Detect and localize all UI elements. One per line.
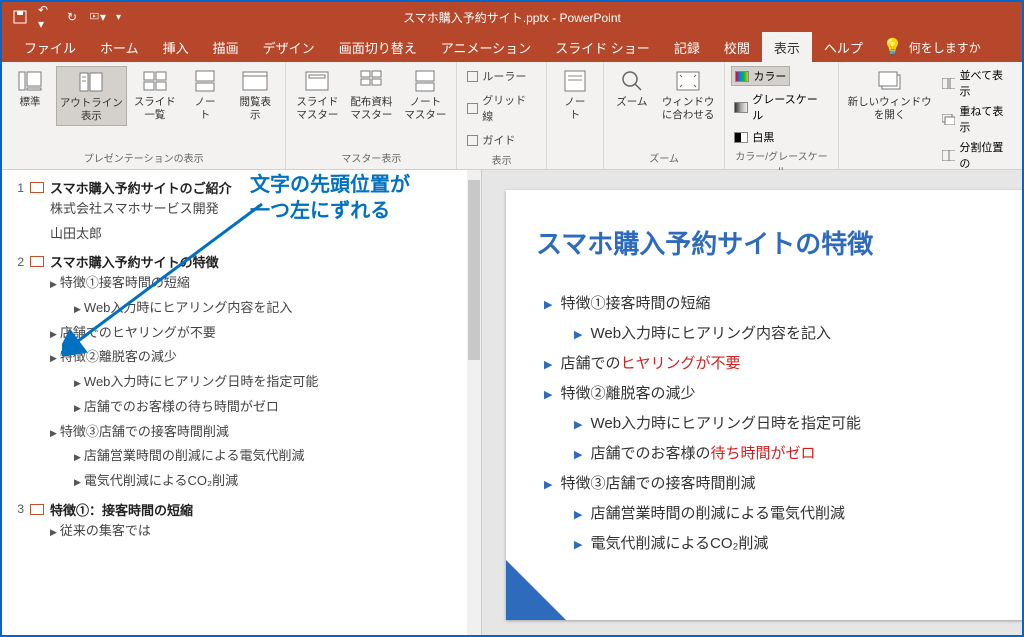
tab-file[interactable]: ファイル	[12, 32, 88, 63]
outline-bullet[interactable]: 従来の集客では	[50, 519, 477, 544]
outline-slide[interactable]: 3 特徴①：接客時間の短縮従来の集客では	[10, 500, 477, 544]
slide-bullet[interactable]: 特徴①接客時間の短縮	[536, 289, 996, 319]
color-mode-button[interactable]: カラー	[731, 66, 790, 86]
outline-slide-icon[interactable]	[30, 256, 44, 267]
view-notespage-button[interactable]: ノー ト	[183, 66, 227, 124]
ribbon-group-presentation-views: 標準 アウトライン 表示 スライド 一覧 ノー ト 閲覧表示 プレゼンテーション…	[2, 62, 286, 169]
tellme-search[interactable]: 💡 何をしますか	[883, 37, 981, 57]
outline-slide[interactable]: 1 スマホ購入予約サイトのご紹介株式会社スマホサービス開発山田太郎	[10, 178, 477, 246]
outline-slide-title[interactable]: 特徴①：接客時間の短縮	[50, 500, 193, 519]
notes-toggle-button[interactable]: ノー ト	[553, 66, 597, 124]
outline-scrollbar[interactable]	[467, 170, 481, 635]
slide-decoration-triangle	[506, 560, 566, 620]
outline-bullet[interactable]: 山田太郎	[50, 222, 477, 247]
outline-bullet[interactable]: 店舗でのヒヤリングが不要	[50, 321, 477, 346]
outline-bullet[interactable]: 店舗でのお客様の待ち時間がゼロ	[50, 395, 477, 420]
outline-bullet[interactable]: 株式会社スマホサービス開発	[50, 197, 477, 222]
slide-master-button[interactable]: スライド マスター	[292, 66, 342, 124]
view-normal-button[interactable]: 標準	[8, 66, 52, 112]
outline-bullet[interactable]: 特徴①接客時間の短縮	[50, 271, 477, 296]
outline-bullet[interactable]: 電気代削減によるCO₂削減	[50, 469, 477, 494]
tab-slideshow[interactable]: スライド ショー	[543, 32, 662, 63]
outline-bullet[interactable]: 特徴②離脱客の減少	[50, 345, 477, 370]
ribbon-group-show: ルーラー グリッド線 ガイド 表示	[457, 62, 546, 169]
save-icon[interactable]	[12, 9, 28, 25]
new-window-button[interactable]: 新しいウィンドウ を開く	[845, 66, 935, 124]
tab-draw[interactable]: 描画	[201, 32, 251, 63]
menubar: ファイル ホーム 挿入 描画 デザイン 画面切り替え アニメーション スライド …	[2, 32, 1022, 62]
outline-slide[interactable]: 2 スマホ購入予約サイトの特徴特徴①接客時間の短縮Web入力時にヒアリング内容を記…	[10, 252, 477, 493]
slide-body[interactable]: 特徴①接客時間の短縮Web入力時にヒアリング内容を記入店舗でのヒヤリングが不要特…	[536, 289, 996, 559]
bw-mode-button[interactable]: 白黒	[731, 128, 777, 146]
redo-icon[interactable]: ↻	[64, 9, 80, 25]
slideshow-start-icon[interactable]: ▾	[90, 9, 106, 25]
slide-title[interactable]: スマホ購入予約サイトの特徴	[536, 224, 996, 261]
tab-design[interactable]: デザイン	[251, 32, 327, 63]
tab-animations[interactable]: アニメーション	[429, 32, 543, 63]
slide-bullet[interactable]: 店舗でのヒヤリングが不要	[536, 349, 996, 379]
grayscale-mode-button[interactable]: グレースケール	[731, 90, 831, 124]
outline-slide-number: 3	[10, 502, 24, 516]
outline-bullet[interactable]: Web入力時にヒアリング内容を記入	[50, 296, 477, 321]
outline-slide-icon[interactable]	[30, 504, 44, 515]
slide-canvas[interactable]: スマホ購入予約サイトの特徴 特徴①接客時間の短縮Web入力時にヒアリング内容を記…	[506, 190, 1022, 620]
notes-master-button[interactable]: ノート マスター	[400, 66, 450, 124]
outline-bullet[interactable]: Web入力時にヒアリング日時を指定可能	[50, 370, 477, 395]
workspace: 文字の先頭位置が 一つ左にずれる 1スマホ購入予約サイトのご紹介株式会社スマホサ…	[2, 170, 1022, 635]
undo-icon[interactable]: ↶ ▾	[38, 9, 54, 25]
tab-home[interactable]: ホーム	[88, 32, 151, 63]
slide-bullet[interactable]: 店舗営業時間の削減による電気代削減	[536, 499, 996, 529]
outline-pane[interactable]: 文字の先頭位置が 一つ左にずれる 1スマホ購入予約サイトのご紹介株式会社スマホサ…	[2, 170, 482, 635]
qat-overflow-icon[interactable]: ▾	[116, 12, 121, 23]
tab-view[interactable]: 表示	[762, 32, 812, 63]
fit-window-button[interactable]: ウィンドウ に合わせる	[658, 66, 719, 124]
outline-slide-number: 1	[10, 181, 24, 195]
tab-review[interactable]: 校閲	[712, 32, 762, 63]
view-reading-button[interactable]: 閲覧表示	[231, 66, 279, 124]
ribbon-group-color: カラー グレースケール 白黒 カラー/グレースケール	[725, 62, 838, 169]
window-title: スマホ購入予約サイト.pptx - PowerPoint	[403, 9, 621, 26]
zoom-button[interactable]: ズーム	[610, 66, 654, 112]
outline-slide-number: 2	[10, 255, 24, 269]
ruler-checkbox[interactable]: ルーラー	[463, 66, 530, 86]
tab-transitions[interactable]: 画面切り替え	[327, 32, 429, 63]
slide-bullet[interactable]: Web入力時にヒアリング日時を指定可能	[536, 409, 996, 439]
ribbon-group-notes: ノー ト	[547, 62, 604, 169]
cascade-button[interactable]: 重ねて表示	[939, 102, 1016, 136]
slide-pane[interactable]: スマホ購入予約サイトの特徴 特徴①接客時間の短縮Web入力時にヒアリング内容を記…	[482, 170, 1022, 635]
slide-bullet[interactable]: Web入力時にヒアリング内容を記入	[536, 319, 996, 349]
gridlines-checkbox[interactable]: グリッド線	[463, 90, 539, 126]
outline-slide-icon[interactable]	[30, 182, 44, 193]
ribbon: 標準 アウトライン 表示 スライド 一覧 ノー ト 閲覧表示 プレゼンテーション…	[2, 62, 1022, 170]
slide-bullet[interactable]: 店舗でのお客様の待ち時間がゼロ	[536, 439, 996, 469]
handout-master-button[interactable]: 配布資料 マスター	[346, 66, 396, 124]
guides-checkbox[interactable]: ガイド	[463, 130, 519, 150]
bulb-icon: 💡	[883, 37, 903, 57]
move-split-button[interactable]: 分割位置の	[939, 138, 1016, 172]
slide-bullet[interactable]: 特徴②離脱客の減少	[536, 379, 996, 409]
outline-slide-title[interactable]: スマホ購入予約サイトのご紹介	[50, 178, 232, 197]
outline-bullet[interactable]: 特徴③店舗での接客時間削減	[50, 420, 477, 445]
view-outline-button[interactable]: アウトライン 表示	[56, 66, 127, 126]
outline-slide-title[interactable]: スマホ購入予約サイトの特徴	[50, 252, 219, 271]
ribbon-group-zoom: ズーム ウィンドウ に合わせる ズーム	[604, 62, 726, 169]
tab-help[interactable]: ヘルプ	[812, 32, 875, 63]
view-sorter-button[interactable]: スライド 一覧	[131, 66, 179, 124]
titlebar: ↶ ▾ ↻ ▾ ▾ スマホ購入予約サイト.pptx - PowerPoint	[2, 2, 1022, 32]
slide-bullet[interactable]: 特徴③店舗での接客時間削減	[536, 469, 996, 499]
ribbon-group-master-views: スライド マスター 配布資料 マスター ノート マスター マスター表示	[286, 62, 457, 169]
tab-record[interactable]: 記録	[662, 32, 712, 63]
tab-insert[interactable]: 挿入	[151, 32, 201, 63]
slide-bullet[interactable]: 電気代削減によるCO₂削減	[536, 529, 996, 559]
arrange-all-button[interactable]: 並べて表示	[939, 66, 1016, 100]
outline-bullet[interactable]: 店舗営業時間の削減による電気代削減	[50, 444, 477, 469]
ribbon-group-window: 新しいウィンドウ を開く 並べて表示 重ねて表示 分割位置の ウィンドウ	[839, 62, 1022, 169]
